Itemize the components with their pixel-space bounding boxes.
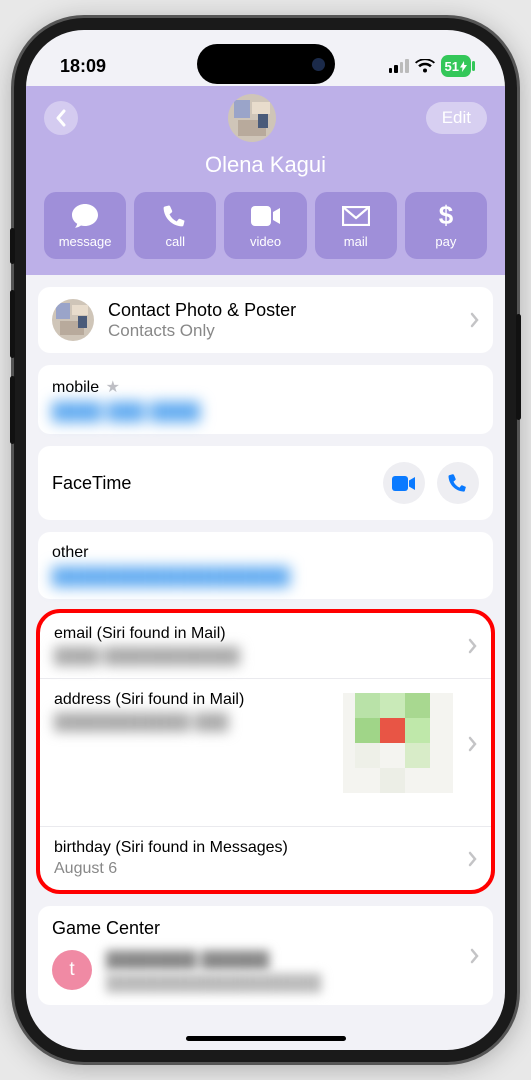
- video-icon: [392, 476, 416, 491]
- facetime-row: FaceTime: [38, 446, 493, 520]
- home-indicator[interactable]: [186, 1036, 346, 1041]
- contact-header: Edit Olena Kagui message call video: [26, 86, 505, 275]
- mail-icon: [342, 206, 370, 226]
- mobile-label: mobile: [52, 379, 99, 396]
- chevron-right-icon: [470, 948, 479, 964]
- clock: 18:09: [60, 56, 106, 77]
- chevron-right-icon: [468, 736, 477, 752]
- game-center-row[interactable]: Game Center t ████████ ██████ ██████████…: [38, 906, 493, 1005]
- mail-button[interactable]: mail: [315, 192, 397, 259]
- siri-email-value: ████ ████████████: [54, 648, 477, 666]
- contact-avatar-small: [52, 299, 94, 341]
- chevron-right-icon: [470, 312, 479, 328]
- video-icon: [251, 206, 281, 226]
- phone-icon: [448, 473, 468, 493]
- other-value: ███████████████████: [52, 567, 479, 587]
- facetime-video-button[interactable]: [383, 462, 425, 504]
- call-button[interactable]: call: [134, 192, 216, 259]
- facetime-audio-button[interactable]: [437, 462, 479, 504]
- game-center-title: Game Center: [52, 918, 479, 939]
- wifi-icon: [415, 59, 435, 74]
- game-center-line2: ███████████████████: [106, 975, 321, 993]
- chevron-right-icon: [468, 638, 477, 654]
- siri-birthday-value: August 6: [54, 860, 477, 878]
- mobile-number: ████ ███ ████: [52, 402, 479, 422]
- siri-email-row[interactable]: email (Siri found in Mail) ████ ████████…: [40, 613, 491, 678]
- chevron-left-icon: [56, 109, 67, 127]
- message-icon: [71, 203, 99, 229]
- siri-birthday-label: birthday (Siri found in Messages): [54, 839, 477, 857]
- game-center-line1: ████████ ██████: [106, 952, 321, 970]
- siri-address-row[interactable]: address (Siri found in Mail) ███████████…: [40, 678, 491, 808]
- back-button[interactable]: [44, 101, 78, 135]
- edit-button[interactable]: Edit: [426, 102, 487, 134]
- facetime-label: FaceTime: [52, 473, 131, 494]
- siri-email-label: email (Siri found in Mail): [54, 625, 477, 643]
- other-label: other: [52, 544, 479, 562]
- other-email-row[interactable]: other ███████████████████: [38, 532, 493, 599]
- contact-name: Olena Kagui: [44, 152, 487, 178]
- contact-photo-title: Contact Photo & Poster: [108, 300, 296, 321]
- contact-photo-poster-row[interactable]: Contact Photo & Poster Contacts Only: [38, 287, 493, 353]
- siri-address-value: ████████████ ███: [54, 714, 254, 732]
- svg-text:$: $: [439, 203, 454, 229]
- siri-birthday-row[interactable]: birthday (Siri found in Messages) August…: [40, 826, 491, 890]
- message-button[interactable]: message: [44, 192, 126, 259]
- game-center-avatar: t: [52, 950, 92, 990]
- siri-suggestions-group: email (Siri found in Mail) ████ ████████…: [36, 609, 495, 894]
- chevron-right-icon: [468, 851, 477, 867]
- dollar-icon: $: [438, 203, 454, 229]
- phone-icon: [163, 204, 187, 228]
- cellular-signal-icon: [389, 59, 409, 73]
- favorite-star-icon: ★: [106, 379, 120, 396]
- mobile-row[interactable]: mobile ★ ████ ███ ████: [38, 365, 493, 434]
- pay-button[interactable]: $ pay: [405, 192, 487, 259]
- map-thumbnail: [343, 693, 453, 793]
- video-button[interactable]: video: [224, 192, 306, 259]
- contact-avatar[interactable]: [228, 94, 276, 142]
- battery-icon: 51: [441, 55, 471, 77]
- contact-photo-sharing: Contacts Only: [108, 321, 296, 341]
